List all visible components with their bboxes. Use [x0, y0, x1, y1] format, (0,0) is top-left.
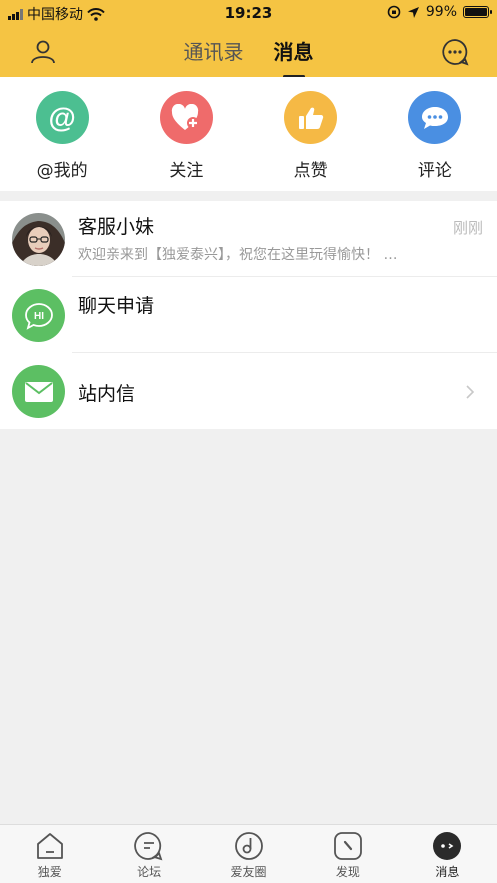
tab-contacts[interactable]: 通讯录: [184, 36, 244, 65]
header: 中国移动 19:23 99% 通讯录 消息: [0, 0, 497, 78]
message-icon: [433, 832, 462, 860]
tab-circle[interactable]: 爱友圈: [199, 825, 298, 883]
message-title: 客服小妹: [78, 216, 155, 238]
list-item[interactable]: HI 聊天申请: [0, 277, 497, 353]
hi-badge: HI: [34, 311, 44, 322]
tab-messages[interactable]: 消息: [274, 36, 314, 78]
rotation-lock-icon: [387, 5, 401, 19]
avatar: [12, 213, 65, 266]
message-title: 站内信: [78, 383, 136, 405]
chat-bubble-icon: [408, 91, 462, 144]
mail-icon: [12, 365, 65, 418]
home-icon: [36, 833, 63, 859]
quick-actions: @ @我的 关注 点赞 评论: [0, 77, 497, 191]
tab-label: 发现: [335, 865, 360, 879]
quick-label: 点赞: [293, 161, 328, 181]
tab-bar: 独爱 论坛 爱友圈 发现 消息: [0, 824, 497, 883]
quick-label: 评论: [417, 161, 452, 181]
battery-percent: 99%: [425, 4, 457, 20]
tab-discover[interactable]: 发现: [298, 825, 397, 883]
quick-follow[interactable]: 关注: [124, 77, 248, 191]
message-preview: 欢迎亲来到【独爱泰兴】，祝您在这里玩得愉快！ …: [78, 247, 398, 263]
message-title: 聊天申请: [78, 295, 155, 317]
tab-label: 论坛: [137, 865, 162, 879]
music-circle-icon: [234, 832, 263, 860]
quick-at-me[interactable]: @ @我的: [0, 77, 124, 191]
quick-label: 关注: [169, 161, 204, 181]
forum-icon: [134, 832, 163, 861]
status-bar: 中国移动 19:23 99%: [0, 0, 497, 26]
message-list: 客服小妹 刚刚 欢迎亲来到【独爱泰兴】，祝您在这里玩得愉快！ … HI 聊天申请…: [0, 201, 497, 429]
quick-label: @我的: [36, 161, 88, 181]
tab-home[interactable]: 独爱: [0, 825, 99, 883]
nav-tabs: 通讯录 消息: [0, 36, 497, 78]
thumbs-up-icon: [284, 91, 338, 144]
chat-more-icon[interactable]: [441, 38, 469, 66]
chevron-right-icon: [466, 385, 475, 399]
quick-comments[interactable]: 评论: [373, 77, 497, 191]
battery-icon: [463, 6, 492, 18]
navbar: 通讯录 消息: [0, 26, 497, 78]
quick-likes[interactable]: 点赞: [249, 77, 373, 191]
message-time: 刚刚: [452, 219, 483, 237]
tab-label: 爱友圈: [230, 865, 267, 879]
tab-messages-bottom[interactable]: 消息: [398, 825, 497, 883]
list-item[interactable]: 站内信: [0, 353, 497, 429]
tab-label: 消息: [435, 865, 460, 879]
tab-label: 独爱: [37, 865, 62, 879]
compass-icon: [334, 832, 362, 860]
location-arrow-icon: [407, 6, 419, 18]
at-icon: @: [35, 91, 89, 144]
heart-plus-icon: [159, 91, 213, 144]
tab-forum[interactable]: 论坛: [99, 825, 198, 883]
status-right: 99%: [387, 4, 492, 20]
list-item[interactable]: 客服小妹 刚刚 欢迎亲来到【独爱泰兴】，祝您在这里玩得愉快！ …: [0, 201, 497, 277]
hi-chat-icon: HI: [12, 289, 65, 342]
